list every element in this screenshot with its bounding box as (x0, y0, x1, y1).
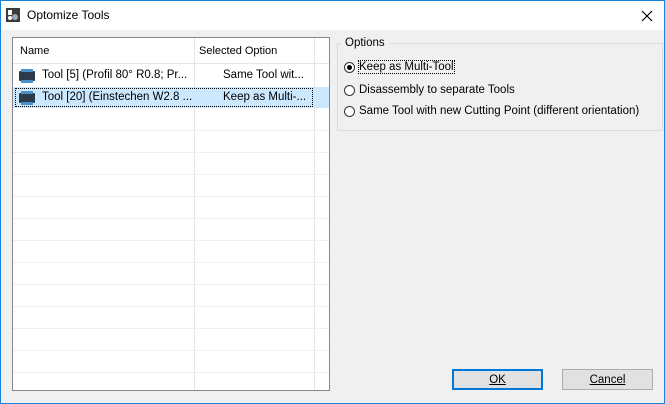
row-gridline (13, 174, 329, 175)
list-header: Name Selected Option (13, 38, 329, 64)
radio-label: Same Tool with new Cutting Point (differ… (359, 105, 640, 117)
row-gridline (13, 306, 329, 307)
radio-label: Keep as Multi-Tool (358, 60, 455, 74)
row-gridline (13, 328, 329, 329)
tool-icon (18, 69, 36, 83)
radio-disassembly-separate-tools[interactable]: Disassembly to separate Tools (344, 82, 515, 98)
row-gridline (13, 284, 329, 285)
table-row-selected[interactable]: Tool [20] (Einstechen W2.8 ... Keep as M… (13, 87, 329, 108)
row-gridline (13, 372, 329, 373)
tool-list[interactable]: Name Selected Option Tool [5] (Profil 80… (12, 37, 330, 391)
table-row[interactable]: Tool [5] (Profil 80° R0.8; Pr... Same To… (13, 65, 329, 86)
radio-label: Disassembly to separate Tools (359, 84, 515, 96)
window-title: Optomize Tools (27, 8, 110, 22)
cancel-button[interactable]: Cancel (562, 369, 653, 390)
tool-icon (18, 91, 36, 105)
radio-same-tool-new-cutting-point[interactable]: Same Tool with new Cutting Point (differ… (344, 103, 639, 119)
options-group-label: Options (341, 37, 389, 49)
close-icon (641, 10, 653, 21)
ok-button-label: OK (489, 373, 506, 386)
row-gridline (13, 196, 329, 197)
selected-option-cell: Same Tool wit... (223, 69, 304, 81)
radio-button-checked[interactable] (344, 61, 355, 73)
radio-button[interactable] (344, 105, 355, 117)
cancel-button-label: Cancel (589, 373, 626, 386)
row-gridline (13, 350, 329, 351)
tool-app-icon (5, 7, 21, 23)
row-gridline (13, 130, 329, 131)
row-gridline (13, 218, 329, 219)
radio-button[interactable] (344, 84, 355, 96)
row-gridline (13, 262, 329, 263)
row-gridline (13, 152, 329, 153)
selected-option-cell: Keep as Multi-... (223, 91, 307, 103)
tool-name-cell: Tool [5] (Profil 80° R0.8; Pr... (42, 69, 188, 81)
column-header-name[interactable]: Name (20, 45, 49, 57)
tool-name-cell: Tool [20] (Einstechen W2.8 ... (42, 91, 192, 103)
column-header-selected-option[interactable]: Selected Option (199, 45, 277, 57)
radio-keep-multi-tool[interactable]: Keep as Multi-Tool (344, 59, 455, 75)
close-button[interactable] (630, 1, 664, 30)
ok-button[interactable]: OK (452, 369, 543, 390)
row-gridline (13, 240, 329, 241)
title-bar: Optomize Tools (1, 1, 664, 30)
